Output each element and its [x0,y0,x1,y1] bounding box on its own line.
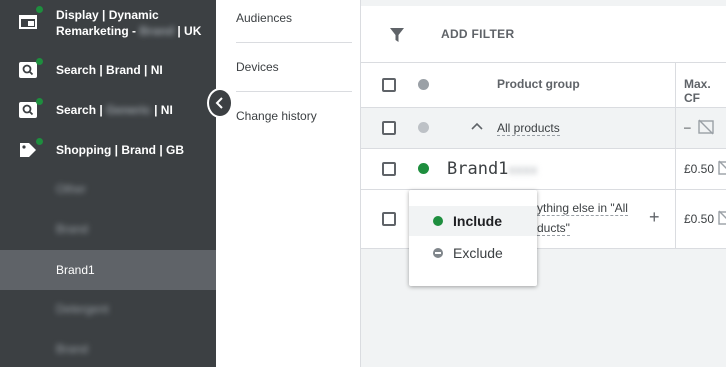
table-row-brand1: Brand1xxxx £0.50 [361,149,726,190]
campaign-sidebar: Display | Dynamic Remarketing - Brand | … [0,0,216,367]
collapse-sidebar-button[interactable] [207,88,233,118]
column-divider [675,108,676,148]
column-header-max-cpc[interactable]: Max. CF [684,77,726,105]
tag-icon [18,142,38,158]
chevron-left-icon [215,97,223,109]
search-icon [18,102,38,118]
campaign-name-line1: Display | Dynamic [56,8,159,22]
divider [236,91,352,92]
sidebar-adgroup[interactable]: Brand [56,222,88,236]
display-icon [18,14,38,30]
table-header-row: Product group Max. CF [361,63,726,108]
bid-not-applicable-icon [718,160,726,179]
status-dot-enabled [36,58,43,65]
menu-item-exclude[interactable]: Exclude [409,238,537,268]
product-group-name[interactable]: All products [497,121,560,136]
max-cpc-value[interactable]: £0.50 [684,162,714,176]
status-dot-enabled [36,98,43,105]
product-group-name[interactable]: Brand1xxxx [447,159,537,179]
status-dot-enabled [36,6,43,13]
add-filter-button[interactable]: ADD FILTER [441,27,514,41]
column-header-product-group[interactable]: Product group [497,77,580,91]
bid-not-applicable-icon [718,210,726,229]
subnav-link-audiences[interactable]: Audiences [236,11,292,25]
filter-icon[interactable] [389,27,405,46]
status-enabled-icon[interactable] [418,163,429,174]
select-all-checkbox[interactable] [382,78,396,92]
campaign-name-line2: Remarketing - Brand | UK [56,24,202,38]
row-checkbox[interactable] [382,162,396,176]
sidebar-adgroup-selected[interactable]: Brand1 [56,263,95,277]
row-checkbox[interactable] [382,121,396,135]
table-row-all-products: All products – [361,108,726,149]
product-group-name-line1[interactable]: ything else in "All [537,201,628,216]
exclude-icon [433,248,443,258]
sidebar-campaign-display[interactable]: Display | Dynamic Remarketing - Brand | … [0,6,216,40]
divider [236,42,352,43]
sidebar-campaign-search-brand-ni[interactable]: Search | Brand | NI [0,58,216,82]
column-divider [675,149,676,189]
campaign-name: Search | Brand | NI [56,63,163,77]
include-icon [433,216,443,226]
selected-adgroup-highlight [0,250,216,290]
product-group-name-line2[interactable]: ducts" [537,221,570,236]
row-checkbox[interactable] [382,212,396,226]
max-cpc-value[interactable]: £0.50 [684,212,714,226]
filter-bar: ADD FILTER [361,6,726,63]
subnav-link-devices[interactable]: Devices [236,60,279,74]
status-dropdown-menu: Include Exclude [409,190,537,286]
search-icon [18,62,38,78]
sidebar-campaign-shopping-brand-gb[interactable]: Shopping | Brand | GB [0,138,216,162]
sidebar-adgroup[interactable]: Detergent [56,302,109,316]
status-icon [418,122,429,133]
product-groups-table: ADD FILTER Product group Max. CF All pro… [361,0,726,367]
sidebar-adgroup[interactable]: Other [56,182,86,196]
subnav-link-change-history[interactable]: Change history [236,109,317,123]
menu-item-label: Include [453,213,503,229]
chevron-up-icon[interactable] [471,120,483,134]
menu-item-label: Exclude [453,245,503,261]
campaign-name: Search | Generic | NI [56,103,173,117]
bid-not-applicable-icon [698,119,714,138]
max-cpc-value: – [684,120,691,134]
sidebar-campaign-search-generic-ni[interactable]: Search | Generic | NI [0,98,216,122]
page-subnav: Audiences Devices Change history [216,0,361,367]
menu-item-include[interactable]: Include [409,206,537,236]
column-divider [675,63,676,107]
campaign-name: Shopping | Brand | GB [56,143,185,157]
sidebar-adgroup[interactable]: Brand [56,342,88,356]
column-divider [675,190,676,248]
status-header-icon [418,79,429,90]
status-dot-enabled [36,138,43,145]
add-subdivision-icon[interactable]: + [649,207,660,228]
